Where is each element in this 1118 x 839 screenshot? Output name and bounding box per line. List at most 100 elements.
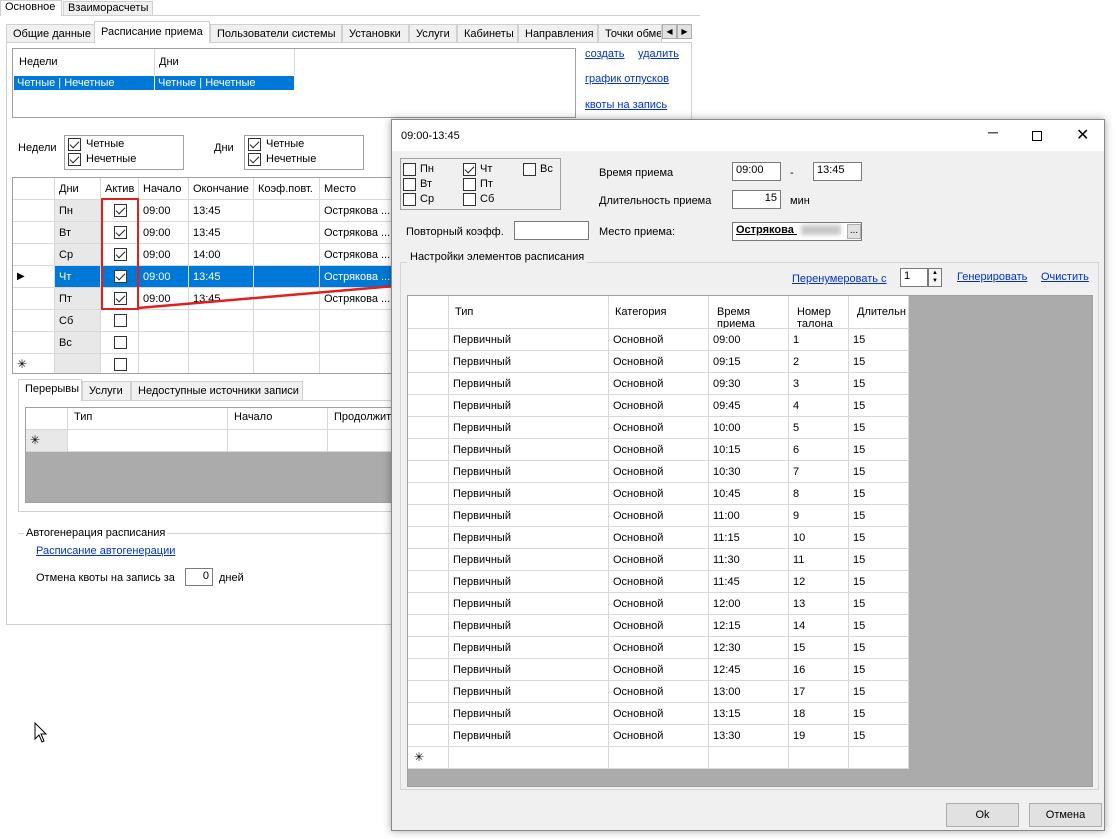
elements-cell[interactable]: 3 bbox=[789, 373, 849, 395]
day-checkbox-6[interactable] bbox=[463, 193, 476, 206]
elements-cell[interactable]: Первичный bbox=[449, 417, 609, 439]
day-checkbox-3[interactable] bbox=[403, 178, 416, 191]
elements-cell[interactable]: 17 bbox=[789, 681, 849, 703]
elements-cell[interactable]: Основной bbox=[609, 439, 709, 461]
elements-cell[interactable]: Первичный bbox=[449, 681, 609, 703]
elements-cell[interactable]: 10 bbox=[789, 527, 849, 549]
schedule-day-cell[interactable]: Вс bbox=[55, 332, 101, 354]
breaks-new-row-duration[interactable] bbox=[328, 430, 391, 452]
elements-cell[interactable]: Основной bbox=[609, 505, 709, 527]
elements-cell[interactable]: 10:15 bbox=[709, 439, 789, 461]
elements-cell[interactable]: 15 bbox=[849, 615, 909, 637]
days-odd-checkbox[interactable] bbox=[248, 153, 261, 166]
active-checkbox[interactable] bbox=[114, 336, 127, 349]
weeks-even-checkbox[interactable] bbox=[68, 138, 81, 151]
elements-cell[interactable]: 10:30 bbox=[709, 461, 789, 483]
clear-link[interactable]: Очистить bbox=[1041, 271, 1089, 283]
elements-cell[interactable]: 15 bbox=[849, 351, 909, 373]
elements-cell[interactable]: Первичный bbox=[449, 505, 609, 527]
schedule-day-cell[interactable]: Ср bbox=[55, 244, 101, 266]
elements-cell[interactable]: 12:45 bbox=[709, 659, 789, 681]
elements-cell[interactable]: 15 bbox=[849, 549, 909, 571]
elements-cell[interactable]: 15 bbox=[849, 725, 909, 747]
schedule-repeat-cell[interactable] bbox=[254, 244, 320, 266]
elements-cell[interactable]: 13:30 bbox=[709, 725, 789, 747]
schedule-active-cell[interactable] bbox=[101, 332, 139, 354]
schedule-start-cell[interactable]: 09:00 bbox=[139, 222, 189, 244]
schedule-day-cell[interactable]: Вт bbox=[55, 222, 101, 244]
renumber-link[interactable]: Перенумеровать с bbox=[792, 273, 887, 285]
elements-cell[interactable]: Первичный bbox=[449, 527, 609, 549]
elements-cell[interactable]: 13:00 bbox=[709, 681, 789, 703]
elements-cell[interactable]: 15 bbox=[849, 373, 909, 395]
duration-input[interactable]: 15 bbox=[732, 190, 781, 209]
elements-cell[interactable]: 8 bbox=[789, 483, 849, 505]
schedule-repeat-cell[interactable] bbox=[254, 200, 320, 222]
elements-cell[interactable]: Основной bbox=[609, 703, 709, 725]
elements-cell[interactable]: 9 bbox=[789, 505, 849, 527]
autogen-link[interactable]: Расписание автогенерации bbox=[36, 545, 175, 557]
schedule-new-day-cell[interactable] bbox=[55, 354, 101, 373]
active-checkbox[interactable] bbox=[114, 358, 127, 371]
schedule-new-active-cell[interactable] bbox=[101, 354, 139, 373]
schedule-repeat-cell[interactable] bbox=[254, 222, 320, 244]
elements-cell[interactable]: Основной bbox=[609, 461, 709, 483]
elements-cell[interactable]: Первичный bbox=[449, 461, 609, 483]
tab-scroll-left-button[interactable]: ◀ bbox=[662, 24, 677, 39]
schedule-place-cell[interactable]: Острякова ... bbox=[320, 200, 391, 222]
close-icon[interactable]: ✕ bbox=[1076, 125, 1089, 145]
tab-rooms[interactable]: Кабинеты bbox=[457, 24, 518, 44]
days-even-checkbox[interactable] bbox=[248, 138, 261, 151]
elements-cell[interactable]: 15 bbox=[849, 703, 909, 725]
quotas-link[interactable]: квоты на запись bbox=[585, 99, 667, 111]
elements-cell[interactable]: Первичный bbox=[449, 373, 609, 395]
schedule-place-cell[interactable]: Острякова ... bbox=[320, 244, 391, 266]
elements-cell[interactable]: 09:30 bbox=[709, 373, 789, 395]
elements-cell[interactable]: 10:45 bbox=[709, 483, 789, 505]
elements-cell[interactable]: Первичный bbox=[449, 549, 609, 571]
tab-breaks[interactable]: Перерывы bbox=[18, 379, 82, 401]
elements-cell[interactable]: Первичный bbox=[449, 395, 609, 417]
elements-cell[interactable]: 11 bbox=[789, 549, 849, 571]
elements-cell[interactable]: Основной bbox=[609, 549, 709, 571]
active-checkbox[interactable] bbox=[114, 314, 127, 327]
elements-cell[interactable]: 15 bbox=[849, 571, 909, 593]
elements-cell[interactable]: Основной bbox=[609, 659, 709, 681]
elements-cell[interactable]: 12:30 bbox=[709, 637, 789, 659]
create-link[interactable]: создать bbox=[585, 48, 624, 60]
elements-cell[interactable]: 15 bbox=[849, 395, 909, 417]
elements-cell[interactable]: Основной bbox=[609, 483, 709, 505]
elements-cell[interactable]: Основной bbox=[609, 593, 709, 615]
elements-cell[interactable]: 15 bbox=[849, 417, 909, 439]
schedule-new-cell[interactable] bbox=[139, 354, 189, 373]
elements-cell[interactable]: 13 bbox=[789, 593, 849, 615]
schedule-end-cell[interactable] bbox=[189, 332, 254, 354]
generate-link[interactable]: Генерировать bbox=[957, 271, 1027, 283]
tab-directions[interactable]: Направления bbox=[518, 24, 598, 44]
schedule-start-cell[interactable] bbox=[139, 332, 189, 354]
cancel-quota-input[interactable]: 0 bbox=[185, 568, 213, 586]
elements-cell[interactable]: Основной bbox=[609, 681, 709, 703]
elements-cell[interactable]: 5 bbox=[789, 417, 849, 439]
renumber-spinner[interactable]: ▲ ▼ bbox=[928, 268, 942, 287]
elements-new-cell[interactable] bbox=[449, 747, 609, 769]
renumber-input[interactable]: 1 bbox=[900, 268, 928, 287]
tab-scroll-right-button[interactable]: ▶ bbox=[677, 24, 692, 39]
elements-cell[interactable]: 12 bbox=[789, 571, 849, 593]
elements-cell[interactable]: Первичный bbox=[449, 703, 609, 725]
elements-cell[interactable]: 6 bbox=[789, 439, 849, 461]
elements-cell[interactable]: 19 bbox=[789, 725, 849, 747]
tab-services[interactable]: Услуги bbox=[409, 24, 457, 44]
day-checkbox-1[interactable] bbox=[463, 163, 476, 176]
weeks-odd-checkbox[interactable] bbox=[68, 153, 81, 166]
day-checkbox-2[interactable] bbox=[523, 163, 536, 176]
elements-cell[interactable]: Основной bbox=[609, 329, 709, 351]
tab-settings[interactable]: Установки bbox=[342, 24, 409, 44]
schedule-start-cell[interactable]: 09:00 bbox=[139, 200, 189, 222]
schedule-end-cell[interactable]: 13:45 bbox=[189, 222, 254, 244]
elements-cell[interactable]: Первичный bbox=[449, 725, 609, 747]
elements-cell[interactable]: 15 bbox=[849, 681, 909, 703]
elements-new-cell[interactable] bbox=[849, 747, 909, 769]
elements-cell[interactable]: 15 bbox=[789, 637, 849, 659]
time-to-input[interactable]: 13:45 bbox=[813, 162, 862, 181]
